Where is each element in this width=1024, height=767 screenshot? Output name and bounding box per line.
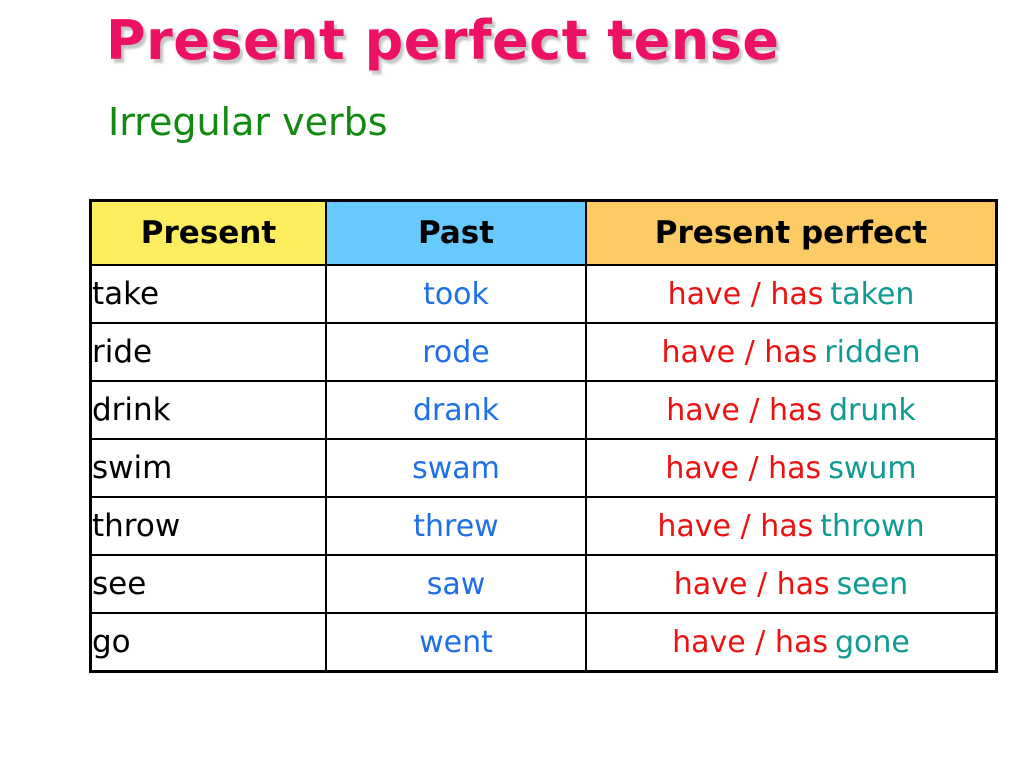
table-header-row: Present Past Present perfect [90,200,997,266]
past-participle-text: gone [834,624,910,660]
irregular-verbs-table: Present Past Present perfect take took hav… [89,199,998,673]
table-row: drink drank have / has drunk [90,380,997,440]
cell-present: throw [90,496,327,556]
table-row: swim swam have / has swum [90,438,997,498]
column-header-present: Present [90,200,327,266]
cell-present: go [90,612,327,672]
cell-present-perfect: have / has gone [585,612,997,672]
cell-present: swim [90,438,327,498]
cell-past: took [325,264,587,324]
column-header-past: Past [325,200,587,266]
auxiliary-text: have / has [673,566,830,602]
past-participle-text: drunk [829,392,916,428]
cell-present-perfect: have / has thrown [585,496,997,556]
slide-canvas: Present perfect tense Irregular verbs Pr… [0,0,1024,767]
cell-present: take [90,264,327,324]
past-participle-text: ridden [824,334,921,370]
auxiliary-text: have / has [657,508,814,544]
page-title: Present perfect tense [106,9,780,72]
past-participle-text: swum [828,450,917,486]
auxiliary-text: have / has [666,392,823,428]
past-participle-text: thrown [820,508,925,544]
column-header-present-perfect: Present perfect [585,200,997,266]
past-participle-text: taken [830,276,915,312]
auxiliary-text: have / has [672,624,828,660]
cell-past: threw [325,496,587,556]
table-row: see saw have / has seen [90,554,997,614]
cell-past: drank [325,380,587,440]
cell-present: ride [90,322,327,382]
cell-past: went [325,612,587,672]
auxiliary-text: have / has [661,334,818,370]
table-row: go went have / has gone [90,612,997,672]
cell-present-perfect: have / has swum [585,438,997,498]
cell-present: drink [90,380,327,440]
table-row: ride rode have / has ridden [90,322,997,382]
cell-present-perfect: have / has taken [585,264,997,324]
cell-present-perfect: have / has drunk [585,380,997,440]
past-participle-text: seen [836,566,909,602]
slide-subtitle: Irregular verbs [108,100,388,144]
cell-past: swam [325,438,587,498]
table-row: take took have / has taken [90,264,997,324]
cell-present-perfect: have / has seen [585,554,997,614]
cell-present: see [90,554,327,614]
cell-past: rode [325,322,587,382]
auxiliary-text: have / has [667,276,824,312]
table-body: take took have / has taken ride rode have / ha… [90,264,997,672]
auxiliary-text: have / has [665,450,822,486]
cell-past: saw [325,554,587,614]
cell-present-perfect: have / has ridden [585,322,997,382]
table-row: throw threw have / has thrown [90,496,997,556]
